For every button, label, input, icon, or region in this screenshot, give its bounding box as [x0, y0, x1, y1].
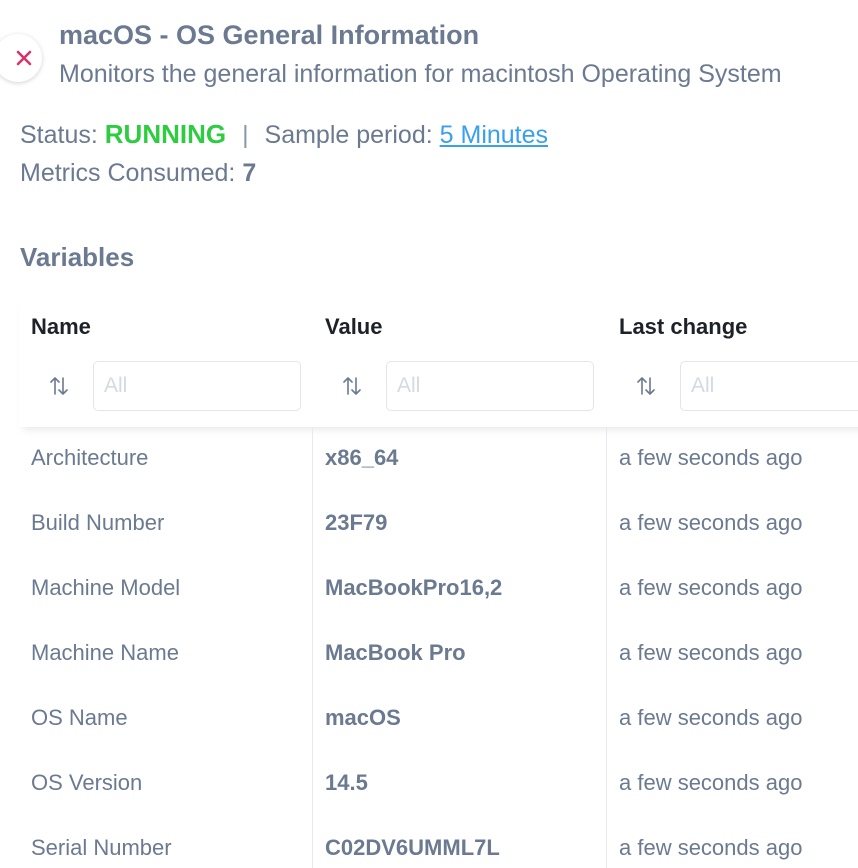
table-row[interactable]: Serial Number C02DV6UMML7L a few seconds…: [19, 817, 858, 868]
cell-value: C02DV6UMML7L: [325, 835, 500, 860]
column-header-name[interactable]: Name: [31, 314, 91, 340]
page-subtitle: Monitors the general information for mac…: [59, 60, 782, 88]
metrics-line: Metrics Consumed: 7: [20, 159, 256, 188]
table-body: Architecture x86_64 a few seconds ago Bu…: [19, 427, 858, 868]
name-filter-input[interactable]: [93, 361, 301, 411]
table-row[interactable]: Machine Name MacBook Pro a few seconds a…: [19, 622, 858, 687]
status-value: RUNNING: [104, 119, 227, 149]
close-icon: [16, 50, 32, 66]
table-row[interactable]: Build Number 23F79 a few seconds ago: [19, 492, 858, 557]
metrics-label: Metrics Consumed:: [20, 159, 236, 187]
cell-last-change: a few seconds ago: [619, 640, 803, 665]
close-button[interactable]: [0, 34, 42, 82]
table-row[interactable]: Architecture x86_64 a few seconds ago: [19, 427, 858, 492]
table-header: Name Value Last change: [19, 296, 858, 427]
status-line: Status: RUNNING | Sample period: 5 Minut…: [20, 119, 548, 150]
cell-name: Machine Model: [31, 575, 181, 600]
status-label: Status:: [20, 121, 98, 149]
cell-name: Machine Name: [31, 640, 179, 665]
variables-table: Name Value Last change Architecture x86_…: [19, 296, 858, 868]
table-row[interactable]: OS Name macOS a few seconds ago: [19, 687, 858, 752]
cell-last-change: a few seconds ago: [619, 770, 803, 795]
last-change-filter-input[interactable]: [680, 361, 858, 411]
column-header-value[interactable]: Value: [325, 314, 382, 340]
cell-name: OS Version: [31, 770, 143, 795]
cell-name: Serial Number: [31, 835, 172, 860]
variables-heading: Variables: [20, 242, 135, 272]
column-header-last-change[interactable]: Last change: [619, 314, 747, 340]
table-row[interactable]: Machine Model MacBookPro16,2 a few secon…: [19, 557, 858, 622]
cell-value: 14.5: [325, 770, 368, 795]
cell-value: MacBookPro16,2: [325, 575, 503, 600]
cell-last-change: a few seconds ago: [619, 835, 803, 860]
cell-last-change: a few seconds ago: [619, 575, 803, 600]
cell-value: MacBook Pro: [325, 640, 466, 665]
cell-last-change: a few seconds ago: [619, 705, 803, 730]
metrics-value: 7: [242, 159, 257, 187]
cell-value: 23F79: [325, 510, 388, 535]
cell-last-change: a few seconds ago: [619, 510, 803, 535]
page-title: macOS - OS General Information: [59, 20, 480, 50]
sort-arrows-icon[interactable]: [47, 374, 71, 398]
cell-name: Build Number: [31, 510, 165, 535]
status-separator: |: [242, 121, 249, 149]
sample-period-link[interactable]: 5 Minutes: [440, 121, 548, 149]
cell-last-change: a few seconds ago: [619, 445, 803, 470]
sort-arrows-icon[interactable]: [340, 374, 364, 398]
cell-name: OS Name: [31, 705, 128, 730]
plugin-detail-panel: macOS - OS General Information Monitors …: [0, 0, 858, 868]
value-filter-input[interactable]: [386, 361, 594, 411]
cell-name: Architecture: [31, 445, 149, 470]
cell-value: x86_64: [325, 445, 399, 470]
table-row[interactable]: OS Version 14.5 a few seconds ago: [19, 752, 858, 817]
cell-value: macOS: [325, 705, 401, 730]
sort-arrows-icon[interactable]: [634, 374, 658, 398]
sample-period-label: Sample period:: [264, 121, 433, 149]
